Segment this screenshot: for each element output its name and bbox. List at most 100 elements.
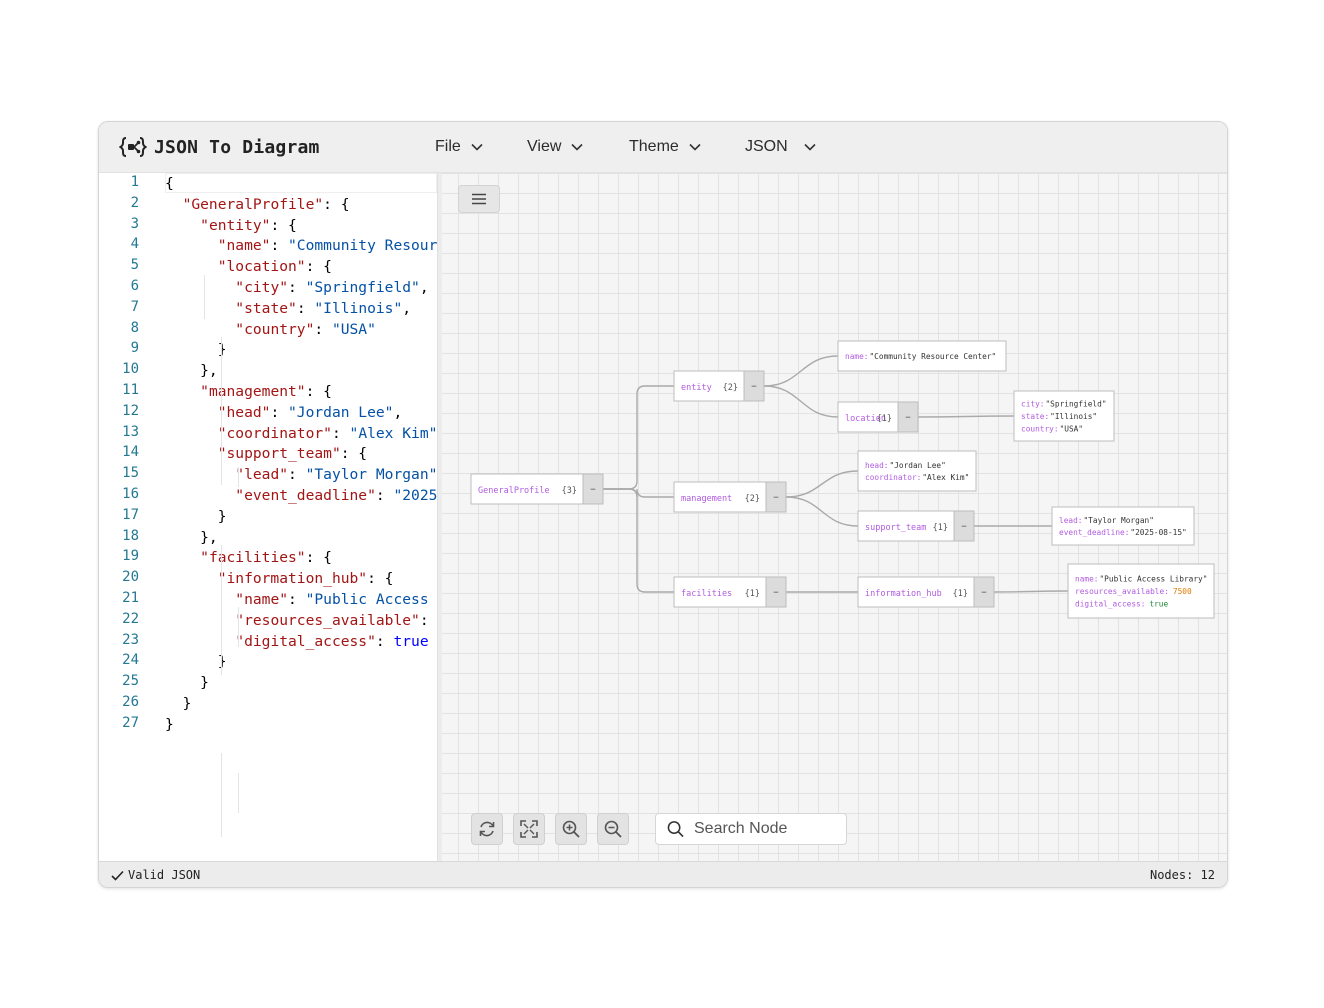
diagram-edge	[763, 385, 839, 418]
leaf-key: digital_access:	[1075, 599, 1145, 608]
diagram-leaf-hub-vals[interactable]: name:"Public Access Library" resources_av…	[1067, 563, 1215, 619]
json-punct	[165, 466, 235, 483]
json-key: "name"	[235, 591, 289, 608]
rotate-layout-button[interactable]	[471, 813, 503, 845]
zoom-in-button[interactable]	[555, 813, 587, 845]
diagram-node-management[interactable]: management {2} −	[673, 481, 787, 513]
json-key: "lead"	[235, 466, 289, 484]
diagram-edge	[763, 355, 839, 387]
check-icon	[111, 870, 124, 881]
node-child-count: {1}	[877, 414, 892, 424]
code-area[interactable]: { "GeneralProfile": { "entity": { "name"…	[165, 173, 438, 861]
splitter[interactable]	[438, 173, 442, 861]
app-title: JSON To Diagram	[154, 136, 320, 158]
leaf-key: city:	[1021, 400, 1044, 409]
code-line: }	[165, 507, 227, 528]
valid-json-text: Valid JSON	[128, 868, 201, 882]
leaf-value: "USA"	[1060, 424, 1083, 433]
zoom-out-button[interactable]	[597, 813, 629, 845]
zoom-out-icon	[604, 820, 622, 838]
menu-json[interactable]: JSON	[745, 136, 816, 158]
diagram-edge	[603, 385, 674, 490]
leaf-row: digital_access: true	[1075, 599, 1169, 608]
menu-view[interactable]: View	[527, 136, 583, 158]
json-punct: }	[165, 653, 227, 671]
code-line: }	[165, 340, 227, 361]
line-number: 7	[130, 298, 139, 315]
menu-theme[interactable]: Theme	[629, 136, 701, 158]
diagram-node-location[interactable]: location{1} −	[837, 401, 919, 433]
json-value: "Springfield"	[305, 279, 420, 296]
code-line: },	[165, 361, 218, 382]
line-number: 18	[122, 527, 139, 544]
leaf-key: head:	[865, 461, 888, 470]
diagram-edge	[603, 488, 674, 498]
json-key: "GeneralProfile"	[182, 195, 324, 213]
json-punct: ,	[419, 279, 429, 296]
json-key: "information_hub"	[217, 570, 368, 588]
fit-view-button[interactable]	[513, 813, 545, 845]
indent-guide	[221, 337, 222, 485]
json-value: "Alex Kim"	[349, 424, 438, 442]
json-editor[interactable]: 1 2 3 4 5 6 7 8 9 10 11 12 13 14 15 16 17 18 19 20 21 22 23 24 2…	[99, 173, 438, 861]
code-line: "state": "Illinois",	[165, 299, 411, 320]
search-node-input[interactable]	[692, 819, 846, 839]
leaf-value: "Alex Kim"	[922, 473, 969, 482]
line-number: 23	[122, 631, 139, 648]
code-line: "digital_access": true	[165, 632, 428, 653]
leaf-row: state:"Illinois"	[1021, 412, 1097, 421]
diagram-leaf-mgmt-vals[interactable]: head:"Jordan Lee" coordinator:"Alex Kim"	[857, 450, 977, 492]
diagram-node-information-hub[interactable]: information_hub {1} −	[857, 576, 995, 608]
diagram-node-entity[interactable]: entity {2} −	[673, 370, 765, 402]
chevron-down-icon	[689, 143, 701, 151]
json-punct: }	[165, 341, 227, 359]
leaf-box	[1051, 506, 1195, 546]
line-number: 20	[122, 569, 139, 586]
leaf-key: lead:	[1059, 516, 1082, 525]
leaf-value: "Taylor Morgan"	[1083, 516, 1153, 525]
json-key: "coordinator"	[217, 424, 332, 442]
diagram-graph[interactable]: GeneralProfile {3} − entity {2} − management {2…	[438, 173, 1227, 861]
code-line: {	[165, 174, 174, 195]
diagram-node-facilities[interactable]: facilities {1} −	[673, 576, 787, 608]
diagram-leaf-support-vals[interactable]: lead:"Taylor Morgan" event_deadline:"2025…	[1051, 506, 1195, 546]
app-window: JSON To Diagram File View Theme JSON 123…	[98, 121, 1228, 888]
code-line: "name": "Community Resource	[165, 236, 438, 257]
diagram-leaf-entity-name[interactable]: name:"Community Resource Center"	[837, 340, 1007, 372]
search-node-box[interactable]	[655, 813, 847, 845]
diagram-node-support-team[interactable]: support_team {1} −	[857, 510, 975, 542]
node-child-count: {2}	[745, 494, 760, 504]
leaf-row: name:"Public Access Library"	[1075, 575, 1207, 584]
code-line: "event_deadline": "2025-0	[165, 486, 437, 507]
line-number: 26	[122, 694, 139, 710]
line-number: 9	[130, 340, 139, 357]
line-number: 16	[122, 486, 139, 502]
code-line: "support_team": {	[165, 444, 367, 465]
collapse-icon: −	[773, 588, 779, 598]
code-line: "location": {	[165, 257, 332, 278]
json-punct	[165, 633, 235, 650]
line-number: 6	[130, 278, 139, 294]
node-label: support_team	[865, 523, 926, 533]
app-logo[interactable]: JSON To Diagram	[119, 135, 320, 159]
diagram-leaf-location-vals[interactable]: city:"Springfield" state:"Illinois" countr…	[1013, 390, 1115, 442]
node-count: Nodes: 12	[1149, 868, 1215, 882]
json-value: "Illinois"	[314, 299, 403, 317]
json-value: "Community Resource	[288, 237, 438, 255]
menu-file[interactable]: File	[435, 136, 483, 158]
diagram-canvas[interactable]: GeneralProfile {3} − entity {2} − management {2…	[438, 173, 1227, 861]
leaf-value: "2025-08-15"	[1130, 528, 1186, 537]
menu-file-label: File	[435, 138, 461, 155]
collapse-icon: −	[905, 413, 911, 423]
indent-guide	[238, 607, 239, 647]
diagram-node-root[interactable]: GeneralProfile {3} −	[470, 473, 604, 505]
json-punct	[165, 258, 218, 275]
json-key: "head"	[217, 403, 271, 421]
code-line: "head": "Jordan Lee",	[165, 403, 403, 424]
leaf-value: "Illinois"	[1050, 412, 1097, 421]
leaf-row: event_deadline:"2025-08-15"	[1059, 528, 1187, 537]
sidebar-toggle-button[interactable]	[458, 185, 500, 213]
leaf-row: resources_available: 7500	[1075, 587, 1192, 596]
json-punct	[165, 425, 218, 442]
indent-guide	[238, 773, 239, 813]
